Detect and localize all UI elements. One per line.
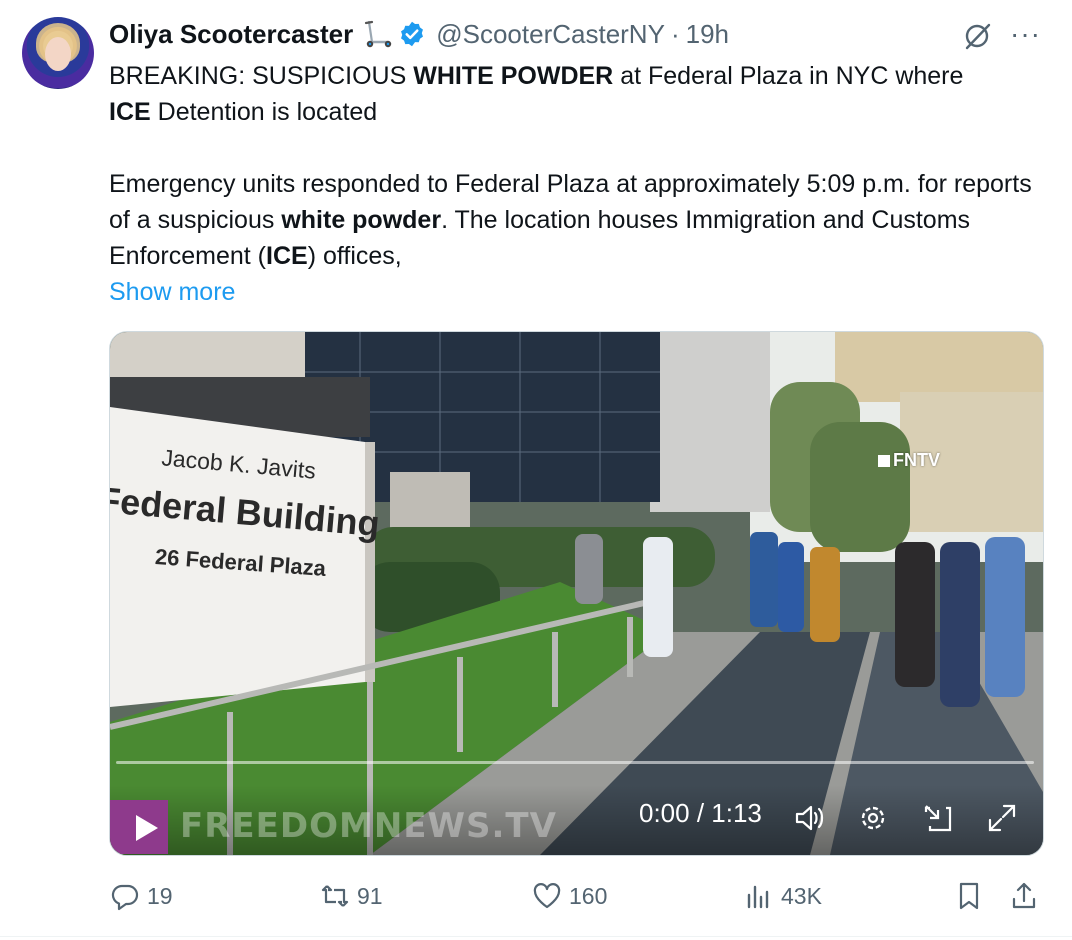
tweet-text: BREAKING: SUSPICIOUS WHITE POWDER at Fed… xyxy=(109,58,1049,310)
reply-icon xyxy=(111,884,139,911)
picture-in-picture-icon[interactable] xyxy=(920,800,956,836)
tweet-paragraph-2: Emergency units responded to Federal Pla… xyxy=(109,170,1032,270)
tweet-actions-bar: 19 91 160 43K xyxy=(0,876,1072,916)
channel-tag: FNTV xyxy=(878,450,940,471)
video-progress-bar[interactable] xyxy=(116,761,1034,764)
volume-icon[interactable] xyxy=(791,800,827,836)
scooter-icon xyxy=(365,20,392,48)
tweet-paragraph-1: BREAKING: SUSPICIOUS WHITE POWDER at Fed… xyxy=(109,62,964,126)
share-button[interactable] xyxy=(1008,876,1046,916)
author-name[interactable]: Oliya Scootercaster xyxy=(109,19,353,50)
reply-count: 19 xyxy=(147,882,173,909)
grok-icon[interactable] xyxy=(962,20,994,52)
author-handle[interactable]: @ScooterCasterNY xyxy=(436,19,665,50)
bookmark-icon xyxy=(959,882,979,910)
verified-badge-icon[interactable] xyxy=(398,20,426,48)
show-more-link[interactable]: Show more xyxy=(109,278,235,306)
federal-building-sign: Jacob K. Javits Federal Building 26 Fede… xyxy=(110,444,381,581)
sign-line-2: Federal Building xyxy=(110,479,381,544)
like-count: 160 xyxy=(569,882,608,909)
views-count: 43K xyxy=(781,882,822,909)
fullscreen-icon[interactable] xyxy=(984,800,1020,836)
play-button[interactable] xyxy=(110,800,168,854)
meta-separator: · xyxy=(670,18,680,49)
video-watermark: FREEDOMNEWS.TV xyxy=(180,806,557,846)
views-icon xyxy=(747,885,769,909)
heart-icon xyxy=(533,883,561,909)
avatar-face xyxy=(45,37,71,71)
bookmark-button[interactable] xyxy=(953,876,991,916)
views-button[interactable]: 43K xyxy=(743,876,822,916)
repost-count: 91 xyxy=(357,882,383,909)
video-player[interactable]: Jacob K. Javits Federal Building 26 Fede… xyxy=(109,331,1044,856)
author-avatar[interactable] xyxy=(22,17,94,89)
video-time-display: 0:00 / 1:13 xyxy=(639,798,762,828)
repost-button[interactable]: 91 xyxy=(319,876,383,916)
settings-icon[interactable] xyxy=(855,800,891,836)
like-button[interactable]: 160 xyxy=(531,876,607,916)
tweet-header: Oliya Scootercaster @ScooterCasterNY · 1… xyxy=(109,16,729,52)
sign-line-3: 26 Federal Plaza xyxy=(154,544,327,581)
more-options-button[interactable]: ··· xyxy=(1010,18,1041,50)
repost-icon xyxy=(321,885,349,907)
share-icon xyxy=(1012,882,1036,909)
reply-button[interactable]: 19 xyxy=(109,876,173,916)
sign-line-1: Jacob K. Javits xyxy=(161,444,317,483)
tweet-divider xyxy=(0,936,1072,937)
post-time[interactable]: 19h xyxy=(686,19,729,50)
